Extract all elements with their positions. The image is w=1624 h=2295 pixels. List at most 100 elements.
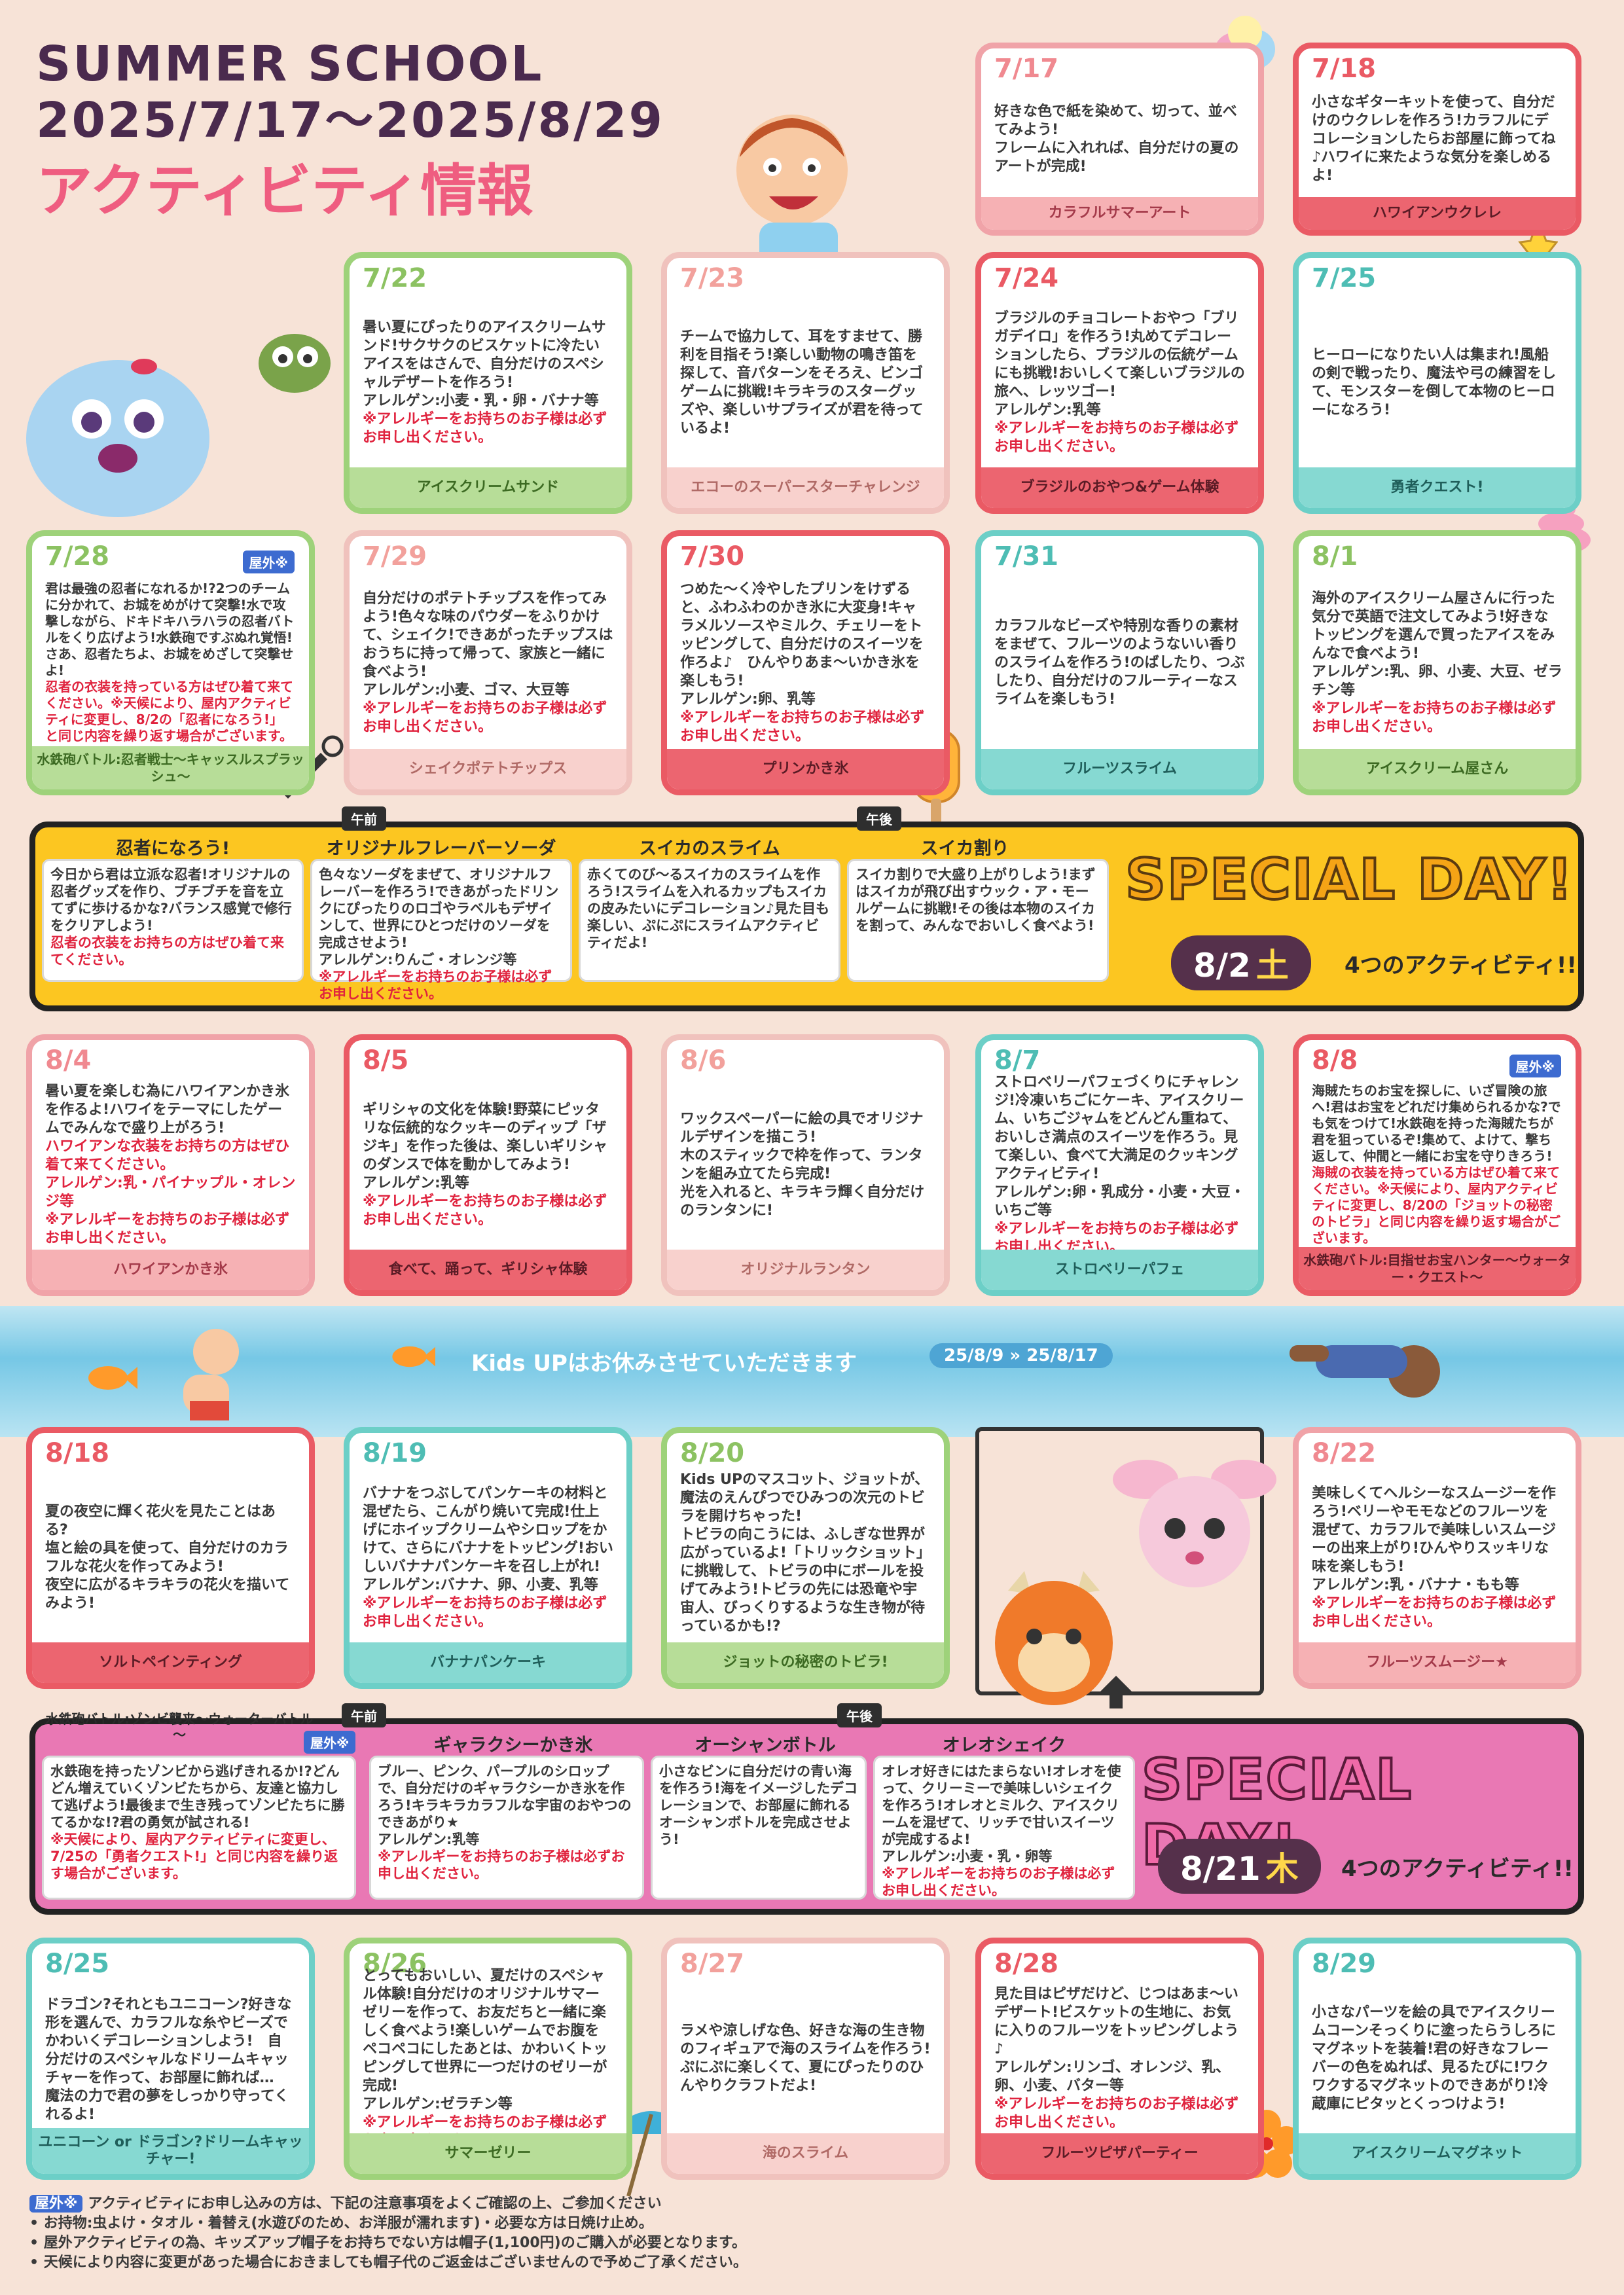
footer-line: • お持物:虫よけ・タオル・着替え(水遊びのため、お洋服が濡れます)・必要な方は… <box>29 2215 653 2232</box>
allergy-note: ※アレルギーをお持ちのお子様は必ずお申し出ください。 <box>363 1193 607 1228</box>
monster-character-icon <box>26 359 209 517</box>
weather-note: 忍者の衣装を持っている方はぜひ着て来てください。※天候により、屋内アクティビティ… <box>45 678 293 744</box>
card-description: ヒーローになりたい人は集まれ!風船の剣で戦ったり、魔法や弓の練習をして、モンスタ… <box>1312 347 1557 418</box>
allergy-note: ※アレルギーをお持ちのお子様は必ずお申し出ください。 <box>363 700 607 735</box>
activity-description: 水鉄砲を持ったゾンビから逃げきれるか!?どんどん増えていくゾンビたちから、友達と… <box>50 1763 345 1830</box>
allergy-note: ハワイアンな衣装をお持ちの方はぜひ着て来てください。 アレルゲン:乳・パイナップ… <box>45 1138 296 1246</box>
activity-card: 8/1 海外のアイスクリーム屋さんに行った気分で英語で注文してみよう!好きなトッ… <box>1293 530 1581 795</box>
activity-cell: 色々なソーダをまぜて、オリジナルフレーバーを作ろう!できあがったドリンクにぴった… <box>310 859 572 1002</box>
activity-card: 8/28 見た目はピザだけど、じつはあま〜いデザート!ビスケットの生地に、お気に… <box>975 1938 1264 2180</box>
card-title: フルーツスライム <box>981 749 1258 789</box>
card-description: 見た目はピザだけど、じつはあま〜いデザート!ビスケットの生地に、お気に入りのフル… <box>994 1986 1239 2094</box>
am-tag: 午前 <box>342 1703 386 1727</box>
card-description: ラメや涼しげな色、好きな海の生き物のフィギュアで海のスライムを作ろう!ぷにぷに楽… <box>680 2023 931 2094</box>
activity-card: 7/25 ヒーローになりたい人は集まれ!風船の剣で戦ったり、魔法や弓の練習をして… <box>1293 252 1581 514</box>
card-title: ストロベリーパフェ <box>981 1250 1258 1290</box>
activity-title: 忍者になろう! <box>115 839 230 859</box>
card-description: 暑い夏にぴったりのアイスクリームサンド!サクサクのビスケットに冷たいアイスをはさ… <box>363 319 606 409</box>
activity-card: 8/29 小さなパーツを絵の具でアイスクリームコーンそっくりに塗ったらうしろにマ… <box>1293 1938 1581 2180</box>
special-day-8-21: 午前 午後 水鉄砲バトル:ゾンビ襲来～ウォーターバトル～ 屋外※ ギャラクシーか… <box>29 1703 1584 1915</box>
pm-tag: 午後 <box>857 806 901 831</box>
fish-icon <box>88 1366 137 1390</box>
card-date: 7/28 <box>45 541 110 571</box>
activity-cell: 赤くてのび〜るスイカのスライムを作ろう!スライムを入れるカップもスイカの皮みたい… <box>579 859 840 982</box>
card-title: 水鉄砲バトル:目指せお宝ハンター～ウォーター・クエスト～ <box>1299 1247 1576 1290</box>
card-title: ハワイアンかき氷 <box>32 1250 309 1290</box>
costume-note: 忍者の衣装をお持ちの方はぜひ着て来てください。 <box>50 935 284 967</box>
title-dates: 2025/7/17～2025/8/29 <box>36 92 664 149</box>
card-title: アイスクリーム屋さん <box>1299 749 1576 789</box>
special-day-heading: SPECIAL DAY! <box>1124 846 1574 914</box>
date-text: 8/2 <box>1193 947 1251 985</box>
card-date: 7/23 <box>680 263 745 293</box>
activity-card: 7/30 つめた〜く冷やしたプリンをけずると、ふわふわのかき氷に大変身!キャラメ… <box>661 530 950 795</box>
card-title: オリジナルランタン <box>667 1250 944 1290</box>
activity-description: オレオ好きにはたまらない!オレオを使って、クリーミーで美味しいシェイクを作ろう!… <box>882 1763 1121 1864</box>
card-title: フルーツピザパーティー <box>981 2133 1258 2174</box>
activity-card: 8/26 とってもおいしい、夏だけのスペシャル体験!自分だけのオリジナルサマーゼ… <box>344 1938 632 2180</box>
card-title: 水鉄砲バトル:忍者戦士～キャッスルスプラッシュ～ <box>32 746 309 789</box>
card-description: バナナをつぶしてパンケーキの材料と混ぜたら、こんがり焼いて完成!仕上げにホイップ… <box>363 1485 613 1593</box>
activity-title: オリジナルフレーバーソーダ <box>326 839 556 859</box>
card-title: カラフルサマーアート <box>981 197 1258 230</box>
activity-description: 赤くてのび〜るスイカのスライムを作ろう!スライムを入れるカップもスイカの皮みたい… <box>587 867 829 950</box>
activity-description: 今日から君は立派な忍者!オリジナルの忍者グッズを作り、ブチブチを音を立てずに歩け… <box>50 867 292 933</box>
card-title: ブラジルのおやつ&ゲーム体験 <box>981 467 1258 508</box>
footer-line: • 屋外アクティビティの為、キッズアップ帽子をお持ちでない方は帽子(1,100円… <box>29 2235 746 2251</box>
activity-card: 7/29 自分だけのポテトチップスを作ってみよう!色々な味のパウダーをふりかけて… <box>344 530 632 795</box>
card-description: 美味しくてヘルシーなスムージーを作ろう!ベリーやモモなどのフルーツを混ぜて、カラ… <box>1312 1485 1557 1593</box>
card-description: とってもおいしい、夏だけのスペシャル体験!自分だけのオリジナルサマーゼリーを作っ… <box>363 1968 608 2112</box>
swimming-kid-icon <box>183 1329 239 1420</box>
card-title: アイスクリームサンド <box>350 467 626 508</box>
four-activities-text: 4つのアクティビティ!! <box>1344 952 1577 979</box>
activity-cell: 小さなビンに自分だけの青い海を作ろう!海をイメージしたデコレーションで、お部屋に… <box>651 1756 867 1900</box>
activity-description: 小さなビンに自分だけの青い海を作ろう!海をイメージしたデコレーションで、お部屋に… <box>659 1763 858 1847</box>
card-description: ブラジルのチョコレートおやつ「ブリガデイロ」を作ろう!丸めてデコレーションしたら… <box>994 310 1245 418</box>
weekday-text: 土 <box>1255 947 1289 985</box>
outdoor-badge: 屋外※ <box>1509 1055 1561 1077</box>
card-description: 海外のアイスクリーム屋さんに行った気分で英語で注文してみよう!好きなトッピングを… <box>1312 590 1562 698</box>
footer-line-text: アクティビティにお申し込みの方は、下記の注意事項をよくご確認の上、ご参加ください <box>88 2196 662 2212</box>
activity-card: 8/7 ストロベリーパフェづくりにチャレンジ!冷凍いちごにケーキ、アイスクリーム… <box>975 1034 1264 1296</box>
activity-card: 8/19 バナナをつぶしてパンケーキの材料と混ぜたら、こんがり焼いて完成!仕上げ… <box>344 1427 632 1689</box>
special-date: 8/2 土 <box>1171 935 1311 990</box>
card-title: 勇者クエスト! <box>1299 467 1576 508</box>
card-description: 好きな色で紙を染めて、切って、並べてみよう! フレームに入れれば、自分だけの夏の… <box>994 103 1239 175</box>
activity-cell: スイカ割りで大盛り上がりしよう!まずはスイカが飛び出すウック・ア・モールゲームに… <box>847 859 1109 982</box>
activity-cell: オレオ好きにはたまらない!オレオを使って、クリーミーで美味しいシェイクを作ろう!… <box>873 1756 1135 1900</box>
card-date: 8/28 <box>994 1949 1059 1979</box>
card-title: ジョットの秘密のトビラ! <box>667 1642 944 1683</box>
card-description: 夏の夜空に輝く花火を見たことはある? 塩と絵の具を使って、自分だけのカラフルな花… <box>45 1504 290 1612</box>
activity-description: スイカ割りで大盛り上がりしよう!まずはスイカが飛び出すウック・ア・モールゲームに… <box>856 867 1096 933</box>
break-dates: 25/8/9 » 25/8/17 <box>929 1343 1113 1368</box>
card-date: 8/8 <box>1312 1045 1358 1075</box>
card-title: ハワイアンウクレレ <box>1299 197 1576 230</box>
activity-cell: 今日から君は立派な忍者!オリジナルの忍者グッズを作り、ブチブチを音を立てずに歩け… <box>42 859 304 982</box>
activity-card: 8/4 暑い夏を楽しむ為にハワイアンかき氷を作るよ!ハワイをテーマにしたゲームで… <box>26 1034 315 1296</box>
card-date: 8/19 <box>363 1438 427 1468</box>
activity-card: 7/22 暑い夏にぴったりのアイスクリームサンド!サクサクのビスケットに冷たいア… <box>344 252 632 514</box>
card-description: カラフルなビーズや特別な香りの素材をまぜて、フルーツのようないい香りのスライムを… <box>994 617 1245 708</box>
activity-card: 8/25 ドラゴン?それともユニコーン?好きな形を選んで、カラフルな糸やビーズで… <box>26 1938 315 2180</box>
activity-title: 水鉄砲バトル:ゾンビ襲来～ウォーターバトル～ <box>45 1711 314 1743</box>
card-date: 8/1 <box>1312 541 1358 571</box>
weekday-text: 木 <box>1265 1850 1299 1888</box>
activity-card: 8/5 ギリシャの文化を体験!野菜にピッタリな伝統的なクッキーのディップ「ザジキ… <box>344 1034 632 1296</box>
card-date: 7/29 <box>363 541 427 571</box>
card-description: つめた〜く冷やしたプリンをけずると、ふわふわのかき氷に大変身!キャラメルソースや… <box>680 581 924 708</box>
card-title: 食べて、踊って、ギリシャ体験 <box>350 1250 626 1290</box>
card-title: プリンかき氷 <box>667 749 944 789</box>
allergy-note: ※アレルギーをお持ちのお子様は必ずお申し出ください。 <box>1312 1595 1557 1630</box>
card-date: 8/27 <box>680 1949 745 1979</box>
card-description: 自分だけのポテトチップスを作ってみよう!色々な味のパウダーをふりかけて、シェイク… <box>363 590 613 698</box>
activity-card: 8/6 ワックスペーパーに絵の具でオリジナルデザインを描こう! 木のスティックで… <box>661 1034 950 1296</box>
card-description: ワックスペーパーに絵の具でオリジナルデザインを描こう! 木のスティックで枠を作っ… <box>680 1111 925 1219</box>
arrow-up-icon <box>1100 1676 1132 1708</box>
footer-line: 屋外※ アクティビティにお申し込みの方は、下記の注意事項をよくご確認の上、ご参加く… <box>29 2194 748 2214</box>
card-description: 君は最強の忍者になれるか!?2つのチームに分かれて、お城をめがけて突撃!水で攻撃… <box>45 580 295 678</box>
activity-cell: 水鉄砲を持ったゾンビから逃げきれるか!?どんどん増えていくゾンビたちから、友達と… <box>42 1756 356 1900</box>
card-title: エコーのスーパースターチャレンジ <box>667 467 944 508</box>
am-tag: 午前 <box>342 806 386 831</box>
card-date: 8/25 <box>45 1949 110 1979</box>
green-monster-icon <box>259 334 331 393</box>
